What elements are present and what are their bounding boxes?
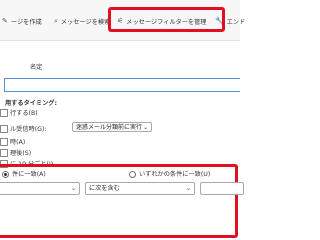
filter-name-label: 名定 xyxy=(30,64,43,71)
option-manual-label: 行する(B) xyxy=(10,110,38,117)
rule-value-input[interactable] xyxy=(200,182,244,195)
option-archive-label: 時(A) xyxy=(10,139,26,146)
option-manual[interactable]: 行する(B) xyxy=(0,108,38,117)
pencil-icon: ✎ xyxy=(2,17,8,25)
timing-select-value: 迷惑メール分類前に実行 xyxy=(76,124,143,131)
option-on-receive[interactable]: ル受信時(G): xyxy=(0,124,46,133)
chevron-down-icon: ⌄ xyxy=(185,185,191,192)
search-icon: ⌕ xyxy=(54,16,58,25)
match-all-option[interactable]: 件に一致(A) xyxy=(2,169,46,178)
create-message-button[interactable]: ✎ ージを作成 xyxy=(2,14,42,28)
timing-heading: 用するタイミング: xyxy=(5,100,57,107)
match-any-label: いずれかの条件に一致(U) xyxy=(139,171,211,178)
chevron-down-icon: ⌄ xyxy=(142,124,148,131)
option-after-send-checkbox[interactable] xyxy=(0,149,8,157)
option-after-send-label: 理後(S) xyxy=(10,150,32,157)
option-archive[interactable]: 時(A) xyxy=(0,137,25,146)
option-manual-checkbox[interactable] xyxy=(0,109,8,117)
option-archive-checkbox[interactable] xyxy=(0,138,8,146)
search-messages-button[interactable]: ⌕ メッセージを検索 xyxy=(54,14,110,28)
option-after-send[interactable]: 理後(S) xyxy=(0,148,31,157)
toolbar: ✎ ージを作成 ⌕ メッセージを検索 ⚟ メッセージフィルターを管理 🔧 エンド xyxy=(0,0,245,41)
rule-field-select[interactable]: ⌄ xyxy=(0,182,80,195)
filter-name-input[interactable] xyxy=(4,78,240,92)
search-messages-label: メッセージを検索 xyxy=(60,18,111,26)
match-all-label: 件に一致(A) xyxy=(12,171,46,178)
option-on-receive-checkbox[interactable] xyxy=(0,125,8,133)
chevron-down-icon: ⌄ xyxy=(70,185,76,192)
filter-button-highlight xyxy=(108,7,225,32)
create-message-label: ージを作成 xyxy=(10,18,42,26)
rule-operator-value: に次を含む xyxy=(89,185,120,192)
option-on-receive-label: ル受信時(G): xyxy=(10,126,47,133)
end-label: エンド xyxy=(226,18,246,26)
timing-select[interactable]: 迷惑メール分類前に実行 ⌄ xyxy=(72,122,152,132)
rule-row: ⌄ に次を含む ⌄ xyxy=(0,182,244,196)
match-any-radio[interactable] xyxy=(129,170,136,178)
match-any-option[interactable]: いずれかの条件に一致(U) xyxy=(129,169,210,178)
rule-operator-select[interactable]: に次を含む ⌄ xyxy=(85,182,195,195)
match-all-radio[interactable] xyxy=(2,170,9,178)
